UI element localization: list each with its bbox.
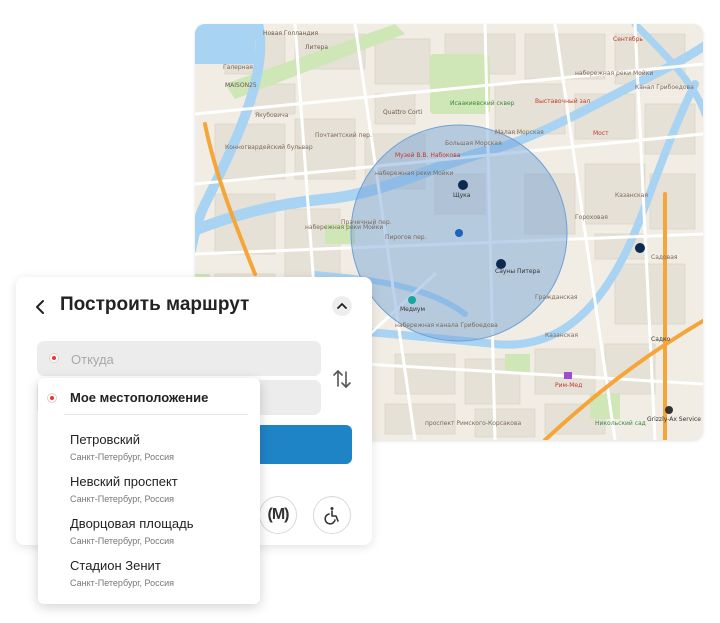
map-label: набережная реки Мойки [375,170,454,177]
map-label: проспект Римского-Корсакова [425,420,522,427]
my-location-dot [455,229,463,237]
map-label: Гражданская [535,294,578,301]
map-label: Quattro Corti [383,109,423,116]
map-label: Канал Грибоедова [635,84,694,91]
map-label: Сентябрь [613,36,643,43]
accessible-mode-button[interactable] [313,496,351,534]
collapse-button[interactable] [332,296,352,316]
location-marker-icon [48,394,56,402]
my-location-option[interactable]: Мое местоположение [38,384,260,414]
map-label: Исаакиевский сквер [450,100,515,107]
map-label: Медиум [400,306,425,313]
map-label: Садко [651,336,671,343]
map-label: Садовая [651,254,678,261]
chevron-left-icon [36,300,44,314]
panel-title: Построить маршрут [60,294,250,315]
map-label: Казанская [545,332,578,339]
suggestion-subtitle: Санкт-Петербург, Россия [70,536,175,546]
build-route-button[interactable] [257,425,352,464]
map-label: Выставочный зал [535,98,591,105]
map-label: Рим-Мед [555,382,583,389]
suggestion-name: Петровский [70,432,141,447]
suggestion-subtitle: Санкт-Петербург, Россия [70,494,175,504]
origin-marker-icon [50,354,58,362]
my-location-label: Мое местоположение [70,390,209,405]
suggestion-name: Стадион Зенит [70,558,161,573]
metro-mode-button[interactable]: (M) [259,496,297,534]
suggestion-item[interactable]: Дворцовая площадь Санкт-Петербург, Росси… [38,516,260,556]
suggestion-subtitle: Санкт-Петербург, Россия [70,578,175,588]
divider [64,414,248,415]
suggestion-name: Невский проспект [70,474,178,489]
map-label: Мост [593,130,609,137]
map-label: Почтамтский пер. [315,132,372,139]
map-label: Никольский сад [595,420,646,427]
swap-button[interactable] [331,368,353,390]
metro-icon: (M) [267,506,290,523]
map-label: набережная реки Мойки [575,70,654,77]
map-label: Казанская [615,192,648,199]
map-label: Музей В.В. Набокова [395,152,461,159]
map-label: Малая Морская [495,129,544,136]
back-button[interactable] [28,295,52,319]
suggestion-item[interactable]: Стадион Зенит Санкт-Петербург, Россия [38,558,260,598]
wheelchair-icon [324,507,339,525]
suggestion-item[interactable]: Невский проспект Санкт-Петербург, Россия [38,474,260,514]
map-label: MAISON25 [225,82,257,89]
map-label: Галерная [223,64,253,71]
map-label: Гороховая [575,214,608,221]
map-label: Щука [453,192,471,199]
map-label: Прачечный пер. [341,219,392,226]
map-label: Сауны Питера [495,268,541,275]
map-label: Большая Морская [445,140,502,147]
map-label: Grizzly-Ax Service [647,416,701,423]
swap-arrows-icon [333,370,351,388]
map-label: Литера [305,44,329,51]
suggestion-item[interactable]: Петровский Санкт-Петербург, Россия [38,432,260,472]
map-label: Пирогов пер. [385,234,427,241]
chevron-up-icon [337,303,347,309]
from-input[interactable] [69,341,313,378]
map-label: Якубовича [255,112,289,119]
from-field[interactable] [37,341,321,378]
suggestion-name: Дворцовая площадь [70,516,194,531]
map-label: Новая Голландия [263,30,319,37]
suggestion-subtitle: Санкт-Петербург, Россия [70,452,175,462]
map-label: Конногвардейский бульвар [225,144,313,151]
map-label: набережная канала Грибоедова [395,322,498,329]
